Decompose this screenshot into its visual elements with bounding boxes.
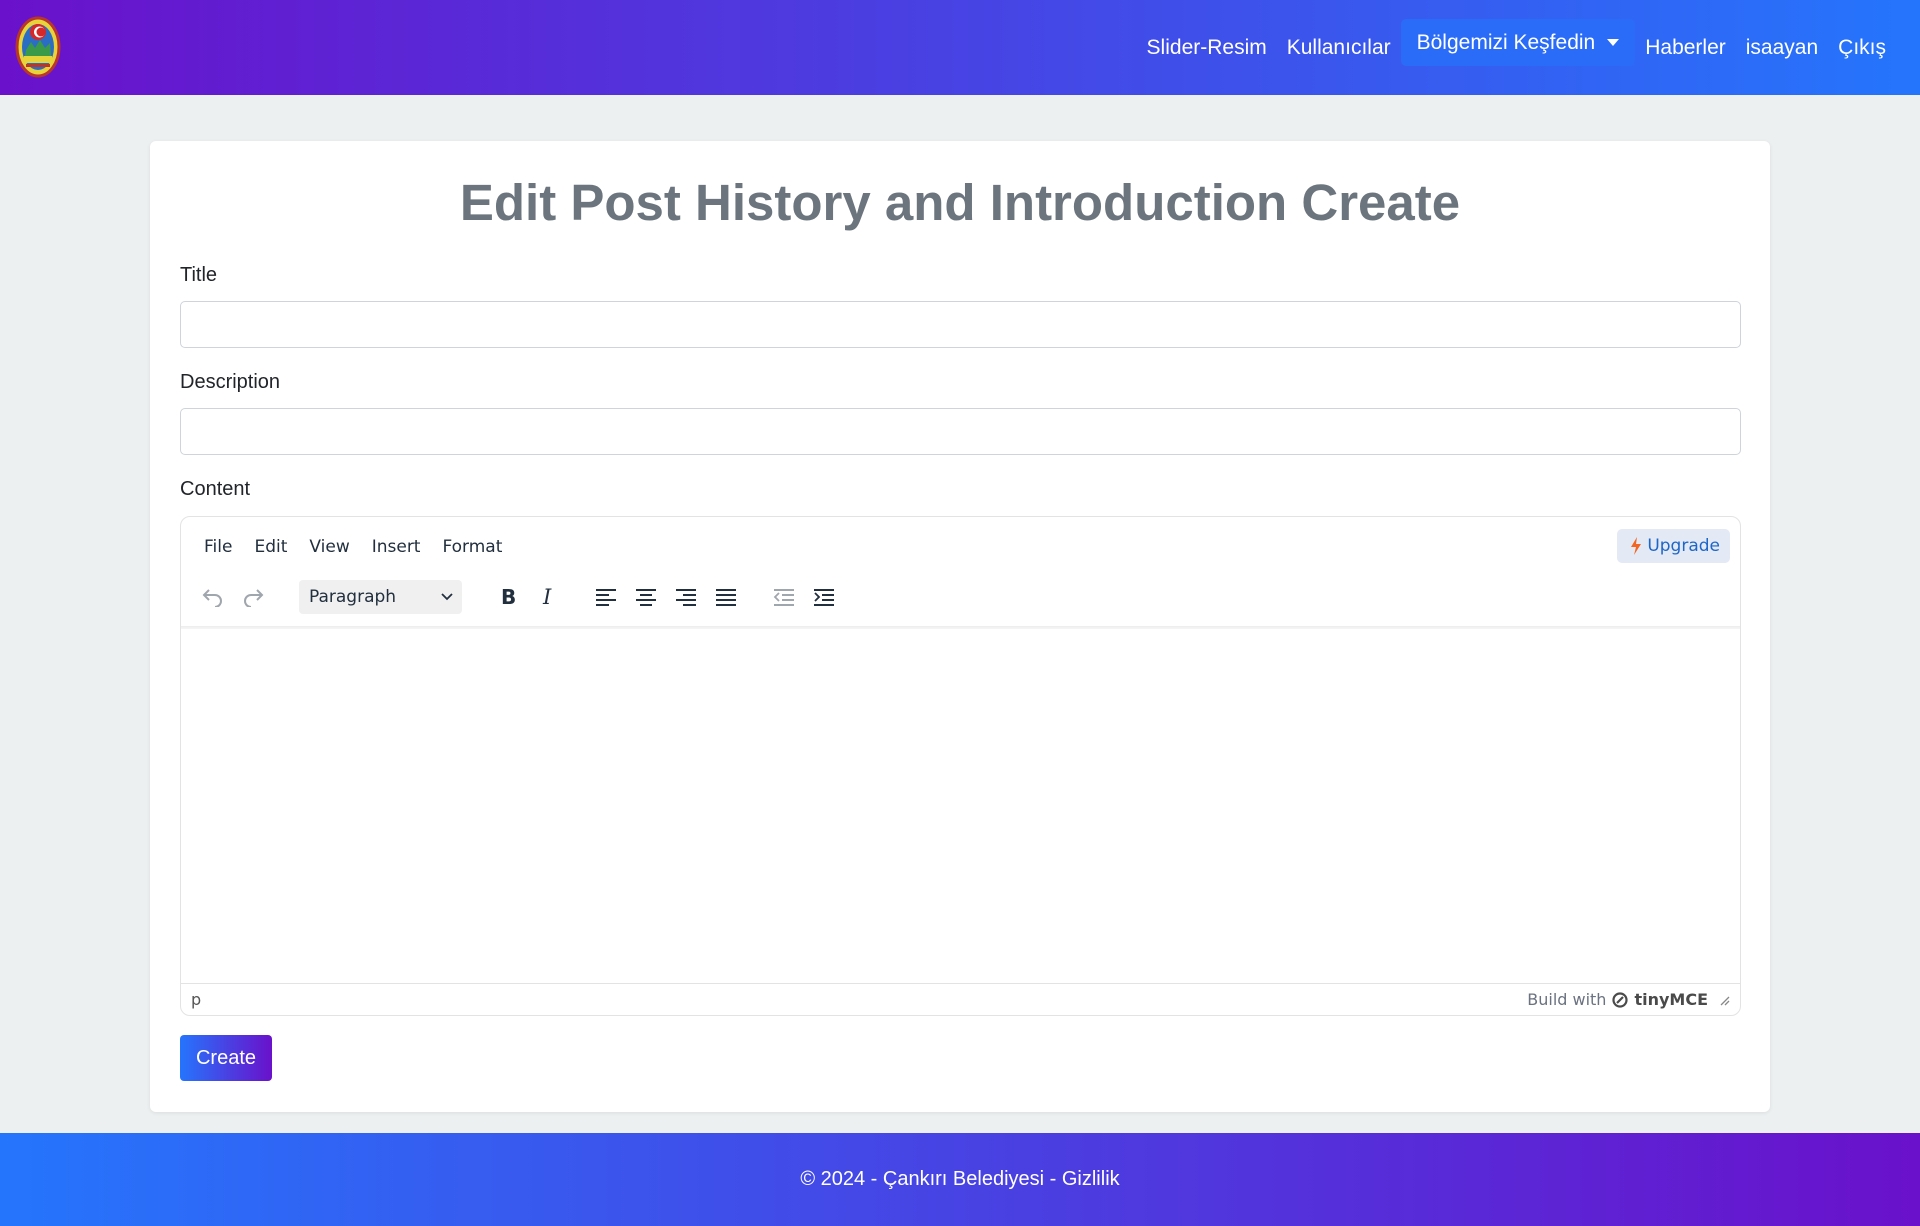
form-card: Edit Post History and Introduction Creat…	[150, 141, 1770, 1112]
nav-link-user[interactable]: isaayan	[1736, 36, 1828, 60]
redo-icon	[244, 589, 264, 607]
upgrade-button[interactable]: Upgrade	[1617, 529, 1730, 563]
align-center-button[interactable]	[626, 579, 666, 615]
italic-icon: I	[542, 586, 552, 608]
navbar: Slider-Resim Kullanıcılar Bölgemizi Keşf…	[0, 0, 1920, 95]
nav-links: Slider-Resim Kullanıcılar Bölgemizi Keşf…	[1137, 0, 1896, 95]
align-center-icon	[636, 589, 656, 606]
bold-button[interactable]: B	[488, 579, 528, 615]
indent-button[interactable]	[804, 579, 844, 615]
caret-down-icon	[1607, 39, 1620, 46]
align-left-icon	[596, 589, 616, 606]
editor-toolbar: Paragraph B I	[193, 577, 844, 617]
block-format-value: Paragraph	[309, 587, 397, 607]
tinymce-logo-icon	[1612, 991, 1629, 1008]
title-input[interactable]	[180, 301, 1741, 348]
menu-view[interactable]: View	[298, 533, 360, 561]
block-format-select[interactable]: Paragraph	[299, 580, 462, 614]
page-title: Edit Post History and Introduction Creat…	[459, 174, 1461, 231]
resize-handle-icon[interactable]	[1718, 994, 1730, 1006]
nav-link-slider-resim[interactable]: Slider-Resim	[1137, 36, 1277, 60]
outdent-button[interactable]	[764, 579, 804, 615]
menu-file[interactable]: File	[193, 533, 243, 561]
align-justify-button[interactable]	[706, 579, 746, 615]
outdent-icon	[773, 589, 794, 606]
bold-icon: B	[501, 586, 516, 608]
redo-button[interactable]	[233, 579, 273, 615]
menu-edit[interactable]: Edit	[243, 533, 298, 561]
editor-branding[interactable]: Build with tinyMCE	[1527, 990, 1730, 1009]
undo-icon	[202, 589, 222, 607]
create-button[interactable]: Create	[180, 1035, 272, 1081]
rich-text-editor: File Edit View Insert Format Upgrade Par…	[180, 516, 1741, 1016]
align-right-icon	[676, 589, 696, 606]
nav-link-kullanicilar[interactable]: Kullanıcılar	[1277, 36, 1401, 60]
upgrade-label: Upgrade	[1647, 536, 1720, 556]
description-label: Description	[180, 371, 281, 393]
svg-text:B: B	[501, 586, 516, 608]
menu-format[interactable]: Format	[431, 533, 513, 561]
nav-link-haberler[interactable]: Haberler	[1635, 36, 1736, 60]
editor-statusbar: p Build with tinyMCE	[181, 983, 1740, 1015]
branding-prefix: Build with	[1527, 990, 1607, 1009]
editor-content-area[interactable]	[181, 629, 1740, 981]
content-label: Content	[180, 478, 251, 500]
title-label: Title	[180, 264, 218, 286]
editor-menubar: File Edit View Insert Format	[193, 533, 513, 561]
align-justify-icon	[716, 589, 736, 606]
svg-text:I: I	[542, 586, 552, 608]
chevron-down-icon	[441, 593, 453, 601]
nav-dropdown-bolgemizi-kesfedin[interactable]: Bölgemizi Keşfedin	[1400, 19, 1636, 66]
nav-link-logout[interactable]: Çıkış	[1828, 36, 1896, 60]
description-input[interactable]	[180, 408, 1741, 455]
menu-insert[interactable]: Insert	[361, 533, 432, 561]
lightning-icon	[1631, 537, 1642, 555]
footer: © 2024 - Çankırı Belediyesi - Gizlilik	[0, 1133, 1920, 1226]
indent-icon	[814, 589, 834, 606]
footer-text: © 2024 - Çankırı Belediyesi - Gizlilik	[800, 1168, 1120, 1190]
undo-button[interactable]	[193, 579, 233, 615]
align-left-button[interactable]	[586, 579, 626, 615]
italic-button[interactable]: I	[528, 579, 568, 615]
align-right-button[interactable]	[666, 579, 706, 615]
element-path[interactable]: p	[191, 990, 201, 1009]
branding-name: tinyMCE	[1634, 990, 1708, 1009]
municipality-crest-icon[interactable]	[15, 16, 61, 78]
nav-dropdown-label: Bölgemizi Keşfedin	[1416, 30, 1596, 54]
